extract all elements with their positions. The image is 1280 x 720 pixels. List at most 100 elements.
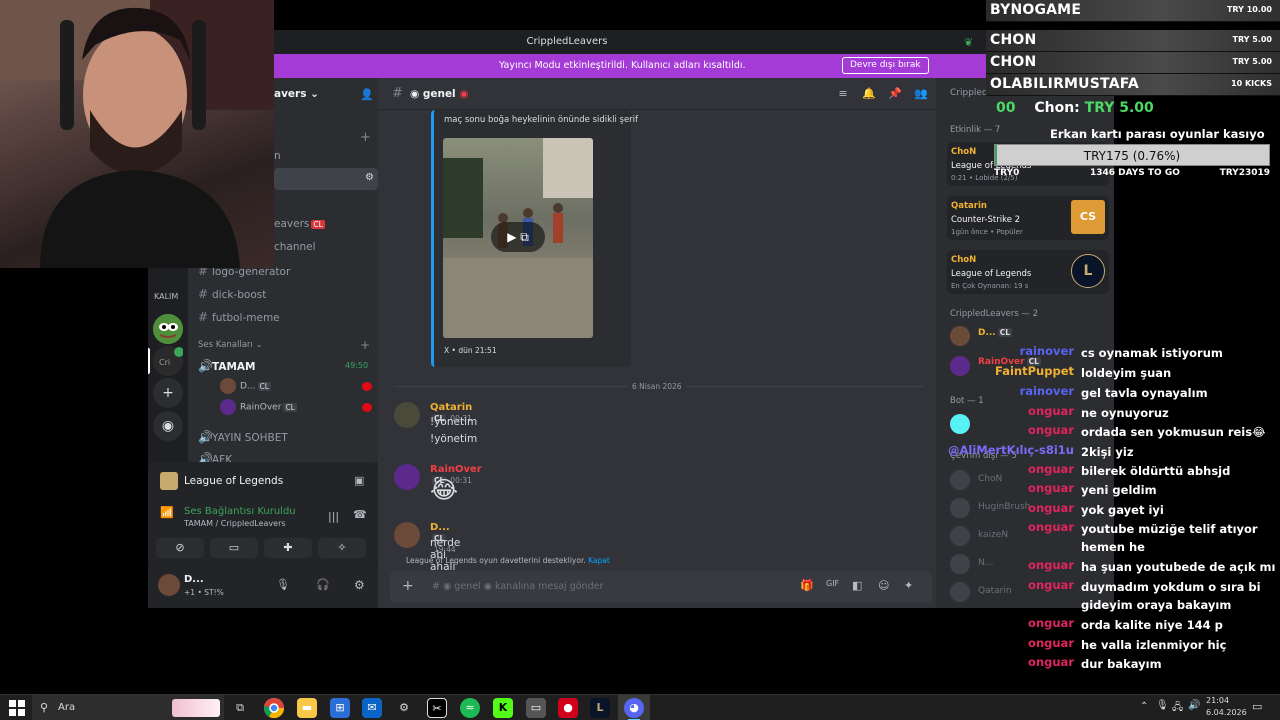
stream-chat-username: onguar — [1028, 423, 1074, 437]
avatar[interactable] — [394, 402, 420, 428]
member-name[interactable]: D... CL — [978, 328, 1013, 338]
channel-dick-boost[interactable]: # dick-boost — [198, 287, 266, 307]
notification-icon[interactable]: ▭ — [1252, 700, 1262, 713]
clock-date[interactable]: 6.04.2026 — [1206, 708, 1247, 717]
donation-amount: TRY 10.00 — [1226, 5, 1272, 14]
camera-off-button[interactable]: ⊘ — [156, 538, 204, 558]
disconnect-icon[interactable]: ☎ — [353, 508, 367, 521]
leaf-icon: ❦ — [964, 36, 974, 49]
activities-button[interactable]: ✚ — [264, 538, 312, 558]
gif-icon[interactable]: GIF — [826, 579, 839, 588]
tray-chevron-up-icon[interactable]: ⌃ — [1140, 701, 1148, 712]
settings-icon[interactable]: ⚙ — [394, 698, 414, 718]
microphone-icon[interactable]: 🎙 — [276, 578, 290, 591]
invite-people-icon[interactable]: 👤 — [360, 88, 374, 101]
stream-chat-username: FaintPuppet — [995, 364, 1074, 378]
last-donation-name: Chon: — [1034, 100, 1080, 116]
donor-name: BYNOGAME — [990, 2, 1082, 18]
channel-fragment-2[interactable]: eavers CL — [274, 218, 325, 238]
embed-caption: maç sonu boğa heykelinin önünde sidikli … — [444, 115, 639, 125]
mail-icon[interactable]: ✉ — [362, 698, 382, 718]
channel-label: dick-boost — [212, 289, 267, 301]
add-server-icon[interactable]: + — [153, 378, 183, 408]
donation-row: BYNOGAME TRY 10.00 — [986, 0, 1280, 22]
store-icon[interactable]: ⊞ — [330, 698, 350, 718]
apps-icon[interactable]: ✦ — [904, 579, 913, 592]
app-window-icon[interactable]: ▭ — [526, 698, 546, 718]
record-app-icon[interactable]: ● — [558, 698, 578, 718]
webcam-feed — [0, 0, 274, 268]
selected-channel[interactable]: ⚙ — [274, 168, 378, 190]
task-view-icon[interactable]: ⧉ — [230, 698, 250, 718]
message-composer[interactable]: + # ◉ genel ◉ kanalına mesaj gönder 🎁 GI… — [390, 571, 932, 603]
emoji-icon[interactable]: ☺ — [878, 579, 889, 592]
league-client-icon[interactable]: L — [590, 698, 610, 718]
noise-suppression-icon[interactable]: ||| — [328, 510, 339, 523]
capcut-icon[interactable]: ✂ — [427, 698, 447, 718]
add-channel-icon[interactable]: + — [360, 130, 371, 145]
activity-card[interactable]: Qatarin Counter-Strike 2 1gün önce • Pop… — [947, 196, 1109, 240]
voice-channel-tamam[interactable]: 🔊TAMAM — [198, 359, 256, 379]
server-crippled-icon[interactable]: Cri — [153, 346, 184, 376]
voice-channel-yayin-sohbet[interactable]: 🔊YAYIN SOHBET — [198, 430, 288, 450]
invite-close-link[interactable]: Kapat — [588, 556, 610, 565]
screen-share-button[interactable]: ▭ — [210, 538, 258, 558]
bell-icon[interactable]: 🔔 — [862, 87, 876, 101]
headphones-icon[interactable]: 🎧 — [316, 578, 330, 591]
avatar[interactable] — [158, 574, 180, 596]
tray-volume-icon[interactable]: 🔊 — [1188, 700, 1200, 711]
server-name[interactable]: avers ⌄ — [274, 88, 319, 100]
user-settings-gear-icon[interactable]: ⚙ — [354, 578, 365, 592]
signal-icon: 📶 — [160, 506, 174, 519]
kick-icon[interactable]: K — [493, 698, 513, 718]
sticker-icon[interactable]: ◧ — [852, 579, 862, 592]
activity-window-icon[interactable]: ▣ — [354, 474, 364, 487]
embed-video-thumbnail[interactable]: ▶ ⧉ — [443, 138, 593, 338]
explore-compass-icon[interactable]: ◉ — [153, 411, 183, 441]
play-icon[interactable]: ▶ ⧉ — [491, 222, 545, 252]
stream-chat-message: yok gayet iyi — [1081, 503, 1164, 517]
settings-gear-icon[interactable]: ⚙ — [365, 172, 374, 183]
last-donation-prefix: 00 — [996, 100, 1016, 116]
taskbar-search[interactable]: ⚲ Ara — [32, 695, 224, 720]
svg-text:Cri: Cri — [159, 358, 170, 367]
channel-futbol-meme[interactable]: # futbol-meme — [198, 310, 280, 330]
windows-start-icon[interactable] — [8, 699, 26, 717]
avatar[interactable] — [394, 522, 420, 548]
activity-card[interactable]: ChoN League of Legends En Çok Oynanan: 1… — [947, 250, 1109, 294]
tray-network-icon[interactable]: 🖧 — [1172, 700, 1183, 717]
rail-label: KALIM — [154, 292, 179, 301]
voice-user-1[interactable]: D... CL — [220, 378, 271, 396]
user-status: +1 • ST!% — [184, 588, 224, 597]
voice-category-header[interactable]: Ses Kanalları ⌄ — [198, 340, 263, 360]
stream-chat-username: onguar — [1028, 558, 1074, 572]
taskbar: ⚲ Ara ⧉ ▬ ⊞ ✉ ⚙ ✂ ≈ K ▭ ● L ◕ ⌃ 🎙 🖧 🔊 21… — [0, 694, 1280, 720]
clock-time[interactable]: 21:04 — [1206, 696, 1229, 705]
gift-icon[interactable]: 🎁 — [800, 579, 814, 592]
file-explorer-icon[interactable]: ▬ — [297, 698, 317, 718]
stream-chat-message: ha şuan youtubede de açık mı — [1081, 560, 1276, 574]
activity-panel: League of Legends ▣ 📶 Ses Bağlantısı Kur… — [148, 462, 378, 566]
channel-fragment-3[interactable]: channel — [274, 241, 316, 261]
pin-icon[interactable]: 📌 — [888, 87, 902, 101]
server-pepe-icon[interactable] — [153, 314, 183, 344]
member-list-icon[interactable]: 👥 — [914, 87, 928, 101]
link-embed: maç sonu boğa heykelinin önünde sidikli … — [431, 110, 638, 367]
voice-connection-status[interactable]: Ses Bağlantısı Kuruldu — [184, 506, 296, 517]
avatar[interactable] — [394, 464, 420, 490]
spotify-icon[interactable]: ≈ — [460, 698, 480, 718]
chrome-icon[interactable] — [263, 698, 285, 719]
voice-user-2[interactable]: RainOver CL — [220, 399, 297, 417]
search-icon: ⚲ — [40, 701, 49, 714]
add-voice-channel-icon[interactable]: + — [360, 338, 370, 352]
soundboard-button[interactable]: ✧ — [318, 538, 366, 558]
avatar[interactable] — [950, 326, 970, 346]
disable-streamer-mode-button[interactable]: Devre dışı bırak — [842, 57, 929, 74]
discord-icon[interactable]: ◕ — [624, 698, 644, 718]
channel-fragment-1[interactable]: n — [274, 150, 281, 170]
tray-microphone-icon[interactable]: 🎙 — [1156, 700, 1169, 711]
league-of-legends-icon: L — [1071, 254, 1105, 288]
attach-plus-icon[interactable]: + — [402, 578, 414, 594]
search-highlight-image — [172, 699, 220, 717]
threads-icon[interactable]: ≡ — [836, 87, 850, 101]
